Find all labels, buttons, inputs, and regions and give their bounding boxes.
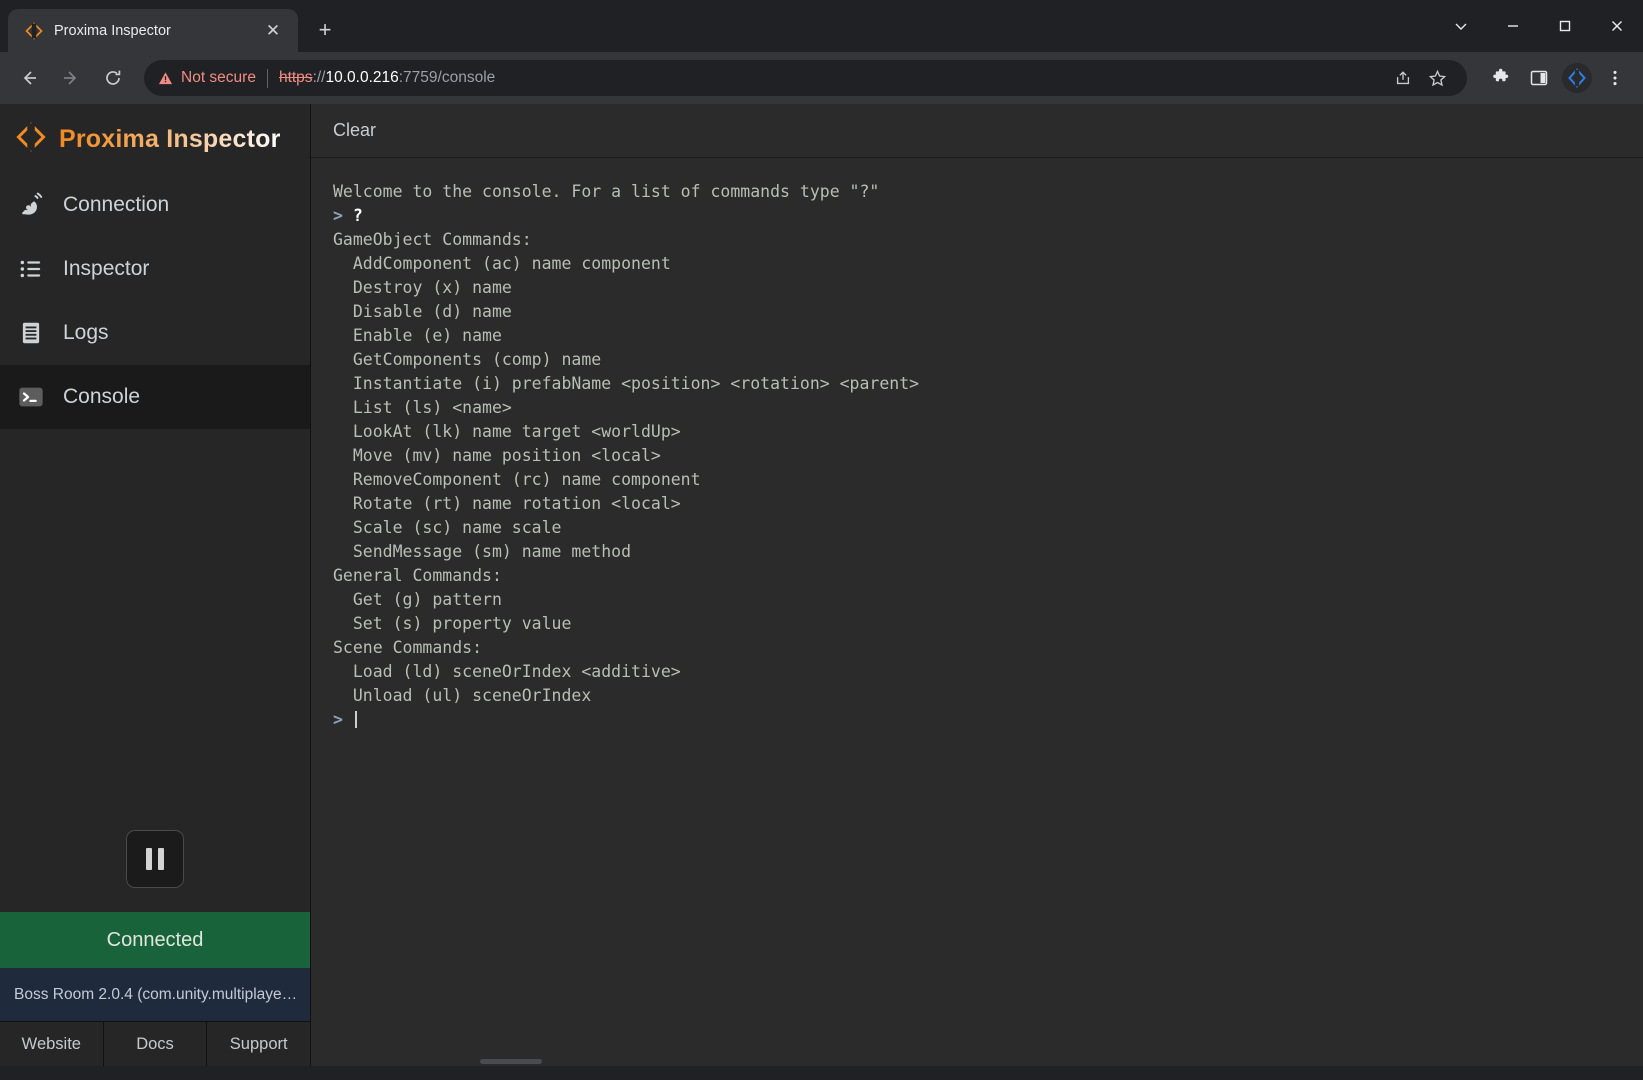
console-output-line: AddComponent (ac) name component <box>333 252 1643 276</box>
console-output-line: Instantiate (i) prefabName <position> <r… <box>333 372 1643 396</box>
url-host: 10.0.0.216 <box>325 69 398 87</box>
console-output-line: Set (s) property value <box>333 612 1643 636</box>
clear-button[interactable]: Clear <box>333 120 376 141</box>
tab-strip: Proxima Inspector ✕ + <box>0 0 1643 52</box>
console-output-line: Scale (sc) name scale <box>333 516 1643 540</box>
maximize-button[interactable] <box>1539 0 1591 52</box>
tab-title: Proxima Inspector <box>54 23 250 39</box>
pause-button[interactable] <box>126 830 184 888</box>
sidebar-item-label: Console <box>63 385 140 409</box>
sidebar-nav: Connection Inspector <box>0 173 310 429</box>
console-output-line: Unload (ul) sceneOrIndex <box>333 684 1643 708</box>
app-title: Proxima Inspector <box>59 125 281 154</box>
url-path: :7759/console <box>399 69 496 87</box>
window-controls <box>1435 0 1643 52</box>
share-icon[interactable] <box>1387 62 1419 94</box>
app-info-label: Boss Room 2.0.4 (com.unity.multiplaye… <box>14 986 297 1004</box>
console-output-line: Welcome to the console. For a list of co… <box>333 180 1643 204</box>
new-tab-button[interactable]: + <box>308 13 342 47</box>
forward-button[interactable] <box>52 59 90 97</box>
app-info-bar[interactable]: Boss Room 2.0.4 (com.unity.multiplaye… <box>0 968 310 1021</box>
footer-link-docs[interactable]: Docs <box>104 1022 208 1066</box>
tab-close-button[interactable]: ✕ <box>260 18 286 44</box>
back-button[interactable] <box>10 59 48 97</box>
console-echoed-command: ? <box>353 206 363 225</box>
console-prompt-symbol: > <box>333 710 353 729</box>
app-root: Proxima Inspector Connection <box>0 104 1643 1066</box>
console-output-line: Move (mv) name position <local> <box>333 444 1643 468</box>
sidebar-spacer <box>0 429 310 830</box>
window-bottom-edge <box>0 1066 1643 1080</box>
footer-link-website[interactable]: Website <box>0 1022 104 1066</box>
browser-toolbar: Not secure https://10.0.0.216:7759/conso… <box>0 52 1643 104</box>
proxima-logo-icon <box>24 21 44 41</box>
console-toolbar: Clear <box>311 104 1643 158</box>
list-tree-icon <box>16 254 46 284</box>
console-output-line: Disable (d) name <box>333 300 1643 324</box>
status-badge-label: Connected <box>107 929 204 952</box>
warning-triangle-icon <box>158 71 173 86</box>
address-bar[interactable]: Not secure https://10.0.0.216:7759/conso… <box>144 60 1467 96</box>
url-text: https://10.0.0.216:7759/console <box>279 69 495 87</box>
status-badge: Connected <box>0 912 310 968</box>
reload-button[interactable] <box>94 59 132 97</box>
three-dots-icon[interactable] <box>1597 60 1633 96</box>
sidebar-item-logs[interactable]: Logs <box>0 301 310 365</box>
console-output[interactable]: Welcome to the console. For a list of co… <box>311 158 1643 1066</box>
page-viewport: Proxima Inspector Connection <box>0 104 1643 1066</box>
minimize-button[interactable] <box>1487 0 1539 52</box>
sidebar-item-inspector[interactable]: Inspector <box>0 237 310 301</box>
console-prompt-symbol: > <box>333 206 353 225</box>
console-output-line: Scene Commands: <box>333 636 1643 660</box>
console-output-line: GameObject Commands: <box>333 228 1643 252</box>
console-input-line: > ? <box>333 204 1643 228</box>
footer-links: Website Docs Support <box>0 1021 310 1066</box>
sidebar-item-connection[interactable]: Connection <box>0 173 310 237</box>
console-output-line: List (ls) <name> <box>333 396 1643 420</box>
sidebar: Proxima Inspector Connection <box>0 104 311 1066</box>
pause-icon <box>146 848 152 870</box>
console-output-line: LookAt (lk) name target <worldUp> <box>333 420 1643 444</box>
footer-link-support[interactable]: Support <box>207 1022 310 1066</box>
main-panel: Clear Welcome to the console. For a list… <box>311 104 1643 1066</box>
console-output-line: RemoveComponent (rc) name component <box>333 468 1643 492</box>
console-active-prompt[interactable]: > <box>333 708 1643 732</box>
toolbar-actions <box>1479 60 1633 96</box>
console-output-line: SendMessage (sm) name method <box>333 540 1643 564</box>
sidebar-item-label: Logs <box>63 321 109 345</box>
console-output-line: Destroy (x) name <box>333 276 1643 300</box>
horizontal-scrollbar-thumb[interactable] <box>480 1059 542 1064</box>
console-output-line: Rotate (rt) name rotation <local> <box>333 492 1643 516</box>
terminal-prompt-icon <box>16 382 46 412</box>
puzzle-icon[interactable] <box>1483 60 1519 96</box>
browser-tab[interactable]: Proxima Inspector ✕ <box>8 9 298 52</box>
sidebar-item-label: Connection <box>63 193 169 217</box>
console-output-line: Get (g) pattern <box>333 588 1643 612</box>
browser-window: Proxima Inspector ✕ + <box>0 0 1643 1080</box>
side-panel-icon[interactable] <box>1521 60 1557 96</box>
text-cursor <box>355 711 357 728</box>
url-separator: :// <box>313 69 326 87</box>
sidebar-item-label: Inspector <box>63 257 149 281</box>
close-window-button[interactable] <box>1591 0 1643 52</box>
omnibox-divider <box>267 69 268 88</box>
star-icon[interactable] <box>1421 62 1453 94</box>
console-output-line: Load (ld) sceneOrIndex <additive> <box>333 660 1643 684</box>
console-output-line: GetComponents (comp) name <box>333 348 1643 372</box>
console-output-line: General Commands: <box>333 564 1643 588</box>
app-brand: Proxima Inspector <box>0 104 310 173</box>
logs-document-icon <box>16 318 46 348</box>
proxima-logo-icon <box>16 122 46 157</box>
profile-avatar[interactable] <box>1562 63 1592 93</box>
omnibox-actions <box>1387 62 1453 94</box>
tab-search-button[interactable] <box>1435 0 1487 52</box>
security-status-label: Not secure <box>181 69 256 87</box>
satellite-dish-icon <box>16 190 46 220</box>
pause-button-container <box>0 830 310 912</box>
console-output-line: Enable (e) name <box>333 324 1643 348</box>
url-scheme: https <box>279 69 313 87</box>
sidebar-item-console[interactable]: Console <box>0 365 310 429</box>
pause-icon-bar-2 <box>158 848 164 870</box>
